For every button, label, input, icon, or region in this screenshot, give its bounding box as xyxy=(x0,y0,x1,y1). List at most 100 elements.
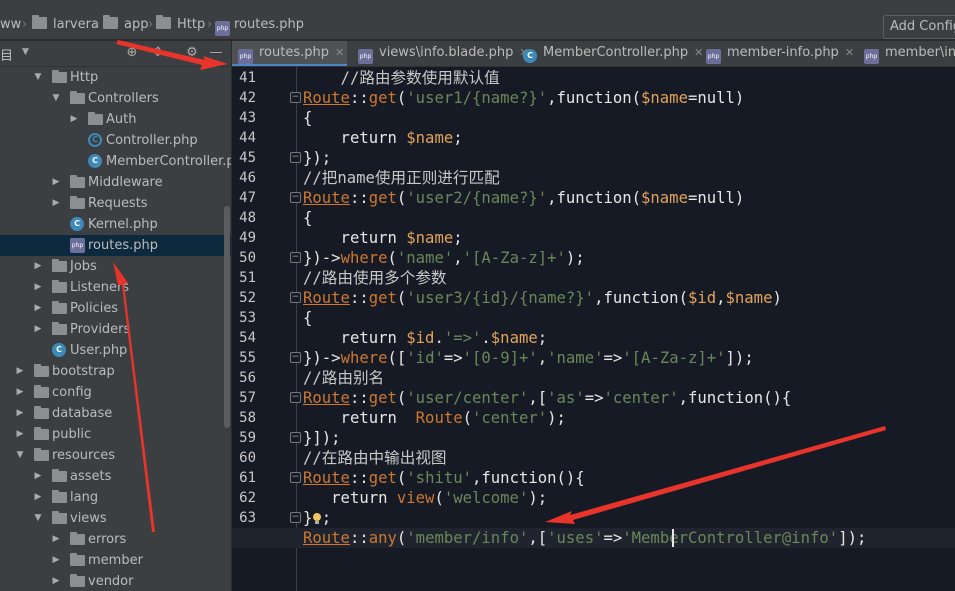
code-line[interactable]: Route::get('shitu',function(){ xyxy=(303,468,585,488)
chevron-right-icon[interactable]: ▶ xyxy=(69,109,79,130)
chevron-down-icon[interactable]: ▼ xyxy=(15,445,25,466)
tree-item[interactable]: ▶ errors xyxy=(0,529,231,550)
chevron-right-icon[interactable]: ▶ xyxy=(51,550,61,571)
breadcrumb-app[interactable]: app xyxy=(103,15,148,34)
chevron-down-icon[interactable]: ▼ xyxy=(33,508,43,529)
chevron-right-icon[interactable]: ▶ xyxy=(33,466,43,487)
code-line[interactable]: return $name; xyxy=(303,128,463,148)
chevron-right-icon[interactable]: ▶ xyxy=(51,172,61,193)
tree-item[interactable]: ▶ Jobs xyxy=(0,256,231,277)
breadcrumb-root[interactable]: ww xyxy=(0,16,21,34)
chevron-right-icon[interactable]: ▶ xyxy=(15,382,25,403)
fold-marker-icon[interactable]: − xyxy=(290,392,301,403)
code-line[interactable]: }]); xyxy=(303,428,341,448)
tree-item[interactable]: ▶ Middleware xyxy=(0,172,231,193)
chevron-right-icon[interactable]: ▶ xyxy=(15,424,25,445)
chevron-right-icon[interactable]: ▶ xyxy=(33,319,43,340)
breadcrumb-routes[interactable]: php routes.php xyxy=(215,16,304,36)
tree-item[interactable]: C MemberController.php xyxy=(0,151,231,172)
fold-marker-icon[interactable]: − xyxy=(290,252,301,263)
code-line[interactable]: Route::get('user3/{id}/{name?}',function… xyxy=(303,288,782,308)
collapse-icon[interactable]: ⇕ xyxy=(150,45,166,61)
fold-marker-icon[interactable]: − xyxy=(290,472,301,483)
code-line[interactable]: //路由别名 xyxy=(303,368,384,388)
tree-item[interactable]: ▶ database xyxy=(0,403,231,424)
tree-item[interactable]: ▶ assets xyxy=(0,466,231,487)
chevron-right-icon[interactable]: ▶ xyxy=(33,256,43,277)
chevron-right-icon[interactable]: ▶ xyxy=(51,193,61,214)
tree-item[interactable]: ▶ Listeners xyxy=(0,277,231,298)
code-line[interactable]: //路由参数使用默认值 xyxy=(303,68,500,88)
chevron-right-icon[interactable]: ▶ xyxy=(33,298,43,319)
add-configuration-button[interactable]: Add Configu xyxy=(883,15,955,39)
tree-item[interactable]: ▶ Requests xyxy=(0,193,231,214)
fold-marker-icon[interactable]: − xyxy=(290,352,301,363)
code-line[interactable]: Route::get('user2/{name?}',function($nam… xyxy=(303,188,744,208)
editor-tab[interactable]: C MemberController.php ✕ xyxy=(517,41,703,66)
gear-icon[interactable]: ⚙ xyxy=(184,45,200,61)
fold-marker-icon[interactable]: − xyxy=(290,192,301,203)
project-scrollbar[interactable] xyxy=(224,206,230,428)
tree-item[interactable]: ▼ views xyxy=(0,508,231,529)
tree-item[interactable]: ▼ Controllers xyxy=(0,88,231,109)
tree-item[interactable]: C Kernel.php xyxy=(0,214,231,235)
code-line[interactable]: Route::get('user1/{name?}',function($nam… xyxy=(303,88,744,108)
chevron-down-icon[interactable]: ▼ xyxy=(51,88,61,109)
code-line[interactable]: })->where('name','[A-Za-z]+'); xyxy=(303,248,585,268)
chevron-right-icon[interactable]: ▶ xyxy=(15,403,25,424)
tree-item[interactable]: C User.php xyxy=(0,340,231,361)
code-line[interactable]: })->where(['id'=>'[0-9]+','name'=>'[A-Za… xyxy=(303,348,754,368)
editor-tab[interactable]: phpviews\info.blade.php✕ xyxy=(352,41,529,66)
tree-item[interactable]: ▶ lang xyxy=(0,487,231,508)
lightbulb-icon[interactable] xyxy=(312,513,322,525)
code-line[interactable]: return view('welcome'); xyxy=(303,488,547,508)
chevron-down-icon[interactable]: ▼ xyxy=(33,67,43,88)
tree-item[interactable]: ▶ config xyxy=(0,382,231,403)
tree-item[interactable]: C Controller.php xyxy=(0,130,231,151)
hide-icon[interactable]: — xyxy=(208,45,224,61)
fold-marker-icon[interactable]: − xyxy=(290,92,301,103)
folder-icon xyxy=(32,15,47,29)
chevron-right-icon[interactable]: ▶ xyxy=(15,361,25,382)
close-icon[interactable]: ✕ xyxy=(335,46,344,59)
tree-item[interactable]: ▶ member xyxy=(0,550,231,571)
code-editor[interactable]: 41 42 43 44 45 46 47 48 49 50 51 52 53 54 55 56 57 58 59 60… xyxy=(232,67,955,591)
chevron-right-icon[interactable]: ▶ xyxy=(33,277,43,298)
code-line[interactable]: //路由使用多个参数 xyxy=(303,268,447,288)
tree-item[interactable]: php routes.php xyxy=(0,235,231,256)
editor-tab[interactable]: php routes.php ✕ xyxy=(232,41,347,66)
code-line[interactable]: { xyxy=(303,208,312,228)
breadcrumb-http[interactable]: Http xyxy=(156,15,205,34)
code-line[interactable]: { xyxy=(303,108,312,128)
code-line[interactable]: { xyxy=(303,308,312,328)
chevron-down-icon[interactable]: ▼ xyxy=(22,47,29,57)
code-line[interactable]: return $id.'=>'.$name; xyxy=(303,328,548,348)
tree-item[interactable]: ▶ Providers xyxy=(0,319,231,340)
tree-item[interactable]: ▶ Auth xyxy=(0,109,231,130)
tree-item[interactable]: ▶ vendor xyxy=(0,571,231,591)
fold-marker-icon[interactable]: − xyxy=(290,292,301,303)
chevron-right-icon[interactable]: ▶ xyxy=(51,529,61,550)
code-line[interactable]: return $name; xyxy=(303,228,463,248)
tree-item[interactable]: ▼ Http xyxy=(0,67,231,88)
code-line[interactable]: }); xyxy=(303,148,331,168)
code-line[interactable]: //把name使用正则进行匹配 xyxy=(303,168,500,188)
editor-tab[interactable]: php member\info xyxy=(858,41,955,66)
tree-item[interactable]: ▼ resources xyxy=(0,445,231,466)
tree-item[interactable]: ▶ public xyxy=(0,424,231,445)
chevron-right-icon[interactable]: ▶ xyxy=(51,571,61,591)
code-line[interactable]: Route::any('member/info',['uses'=>'Membe… xyxy=(303,528,866,548)
crosshair-icon[interactable]: ⊕ xyxy=(124,45,140,61)
fold-marker-icon[interactable]: − xyxy=(290,512,301,523)
editor-tab[interactable]: php member-info.php ✕ xyxy=(700,41,854,66)
chevron-right-icon[interactable]: ▶ xyxy=(33,487,43,508)
tree-item[interactable]: ▶ bootstrap xyxy=(0,361,231,382)
tree-item[interactable]: ▶ Policies xyxy=(0,298,231,319)
fold-marker-icon[interactable]: − xyxy=(290,152,301,163)
close-icon[interactable]: ✕ xyxy=(845,46,854,59)
code-line[interactable]: //在路由中输出视图 xyxy=(303,448,447,468)
code-line[interactable]: return Route('center'); xyxy=(303,408,566,428)
breadcrumb-larvera[interactable]: larvera xyxy=(32,15,99,34)
code-line[interactable]: Route::get('user/center',['as'=>'center'… xyxy=(303,388,791,408)
fold-marker-icon[interactable]: − xyxy=(290,432,301,443)
